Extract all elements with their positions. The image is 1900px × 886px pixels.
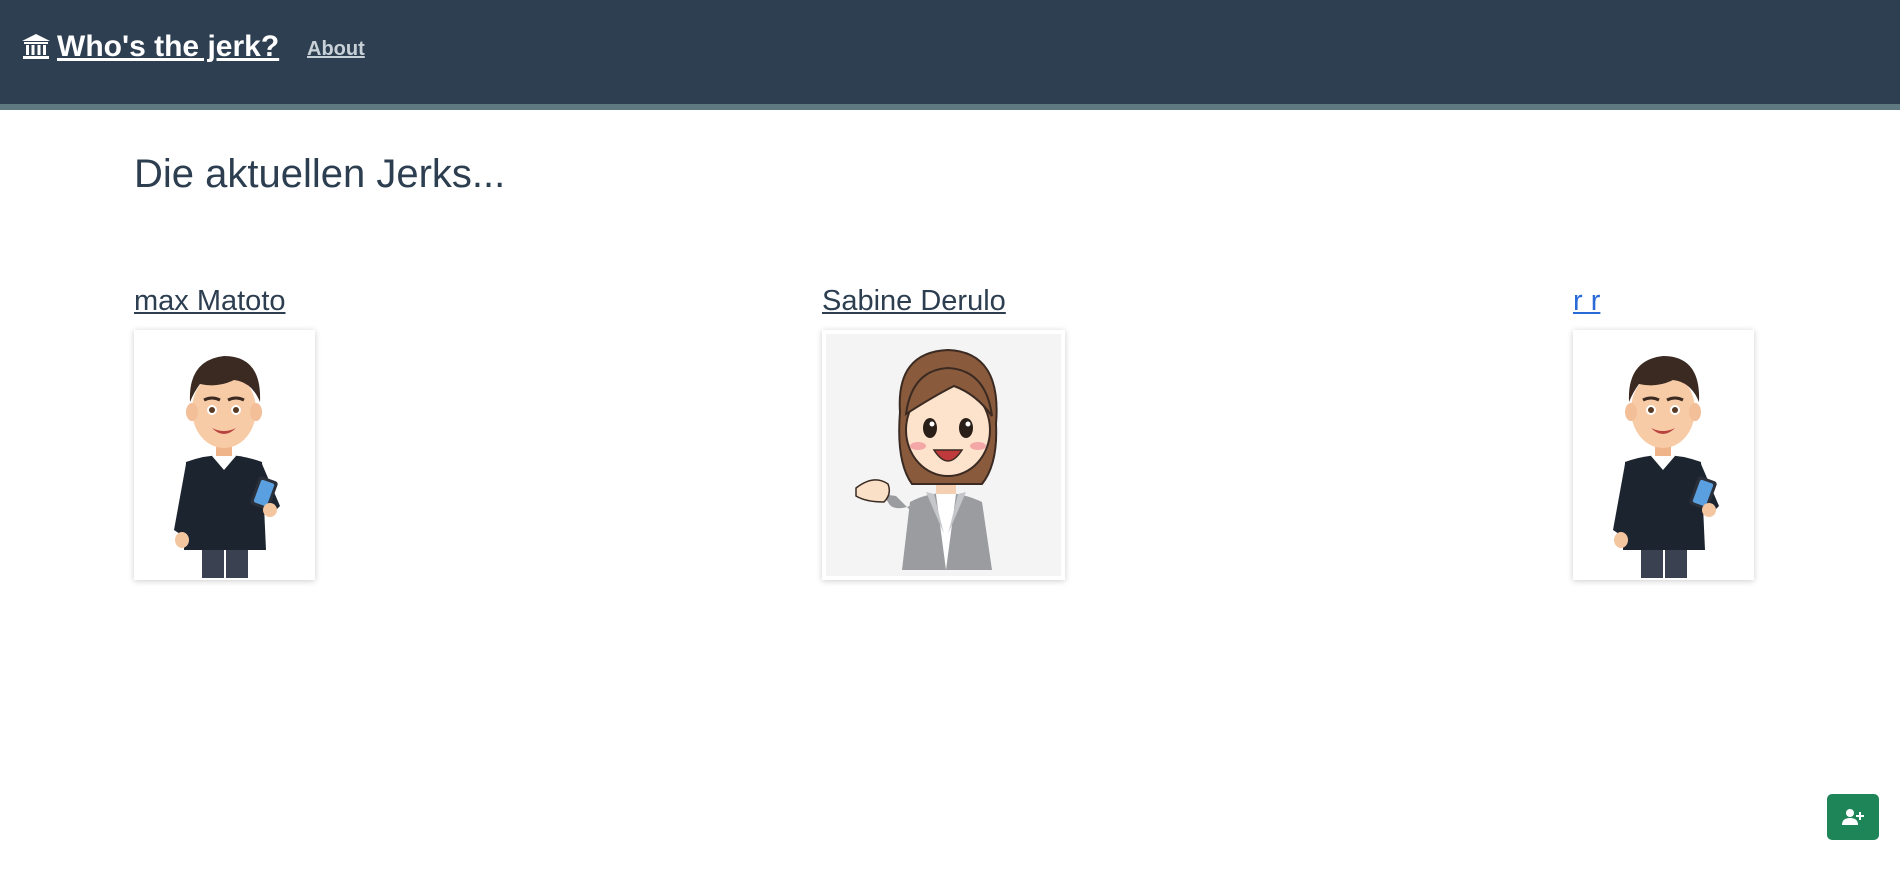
add-jerk-button[interactable] — [1827, 794, 1879, 840]
top-navbar: Who's the jerk? About — [0, 0, 1900, 110]
nav-about-link[interactable]: About — [307, 38, 365, 61]
woman-presenting-avatar-image — [855, 348, 998, 570]
page-title: Die aktuellen Jerks... — [134, 152, 506, 196]
bank-icon — [22, 34, 50, 59]
jerk-name-link[interactable]: r r — [1573, 285, 1754, 318]
jerk-card: Sabine Derulo — [822, 285, 1065, 580]
man-with-phone-avatar-image — [1613, 356, 1719, 578]
brand-link[interactable]: Who's the jerk? — [21, 30, 279, 64]
jerk-card: max Matoto — [134, 285, 315, 580]
man-with-phone-avatar-image — [174, 356, 280, 578]
brand-label: Who's the jerk? — [57, 30, 280, 63]
woman-presenting-avatar[interactable] — [822, 330, 1065, 580]
jerk-card: r r — [1573, 285, 1754, 580]
user-plus-icon — [1842, 809, 1864, 825]
jerk-name-link[interactable]: max Matoto — [134, 285, 315, 318]
man-with-phone-avatar[interactable] — [134, 330, 315, 580]
jerk-name-link[interactable]: Sabine Derulo — [822, 285, 1065, 318]
man-with-phone-avatar[interactable] — [1573, 330, 1754, 580]
